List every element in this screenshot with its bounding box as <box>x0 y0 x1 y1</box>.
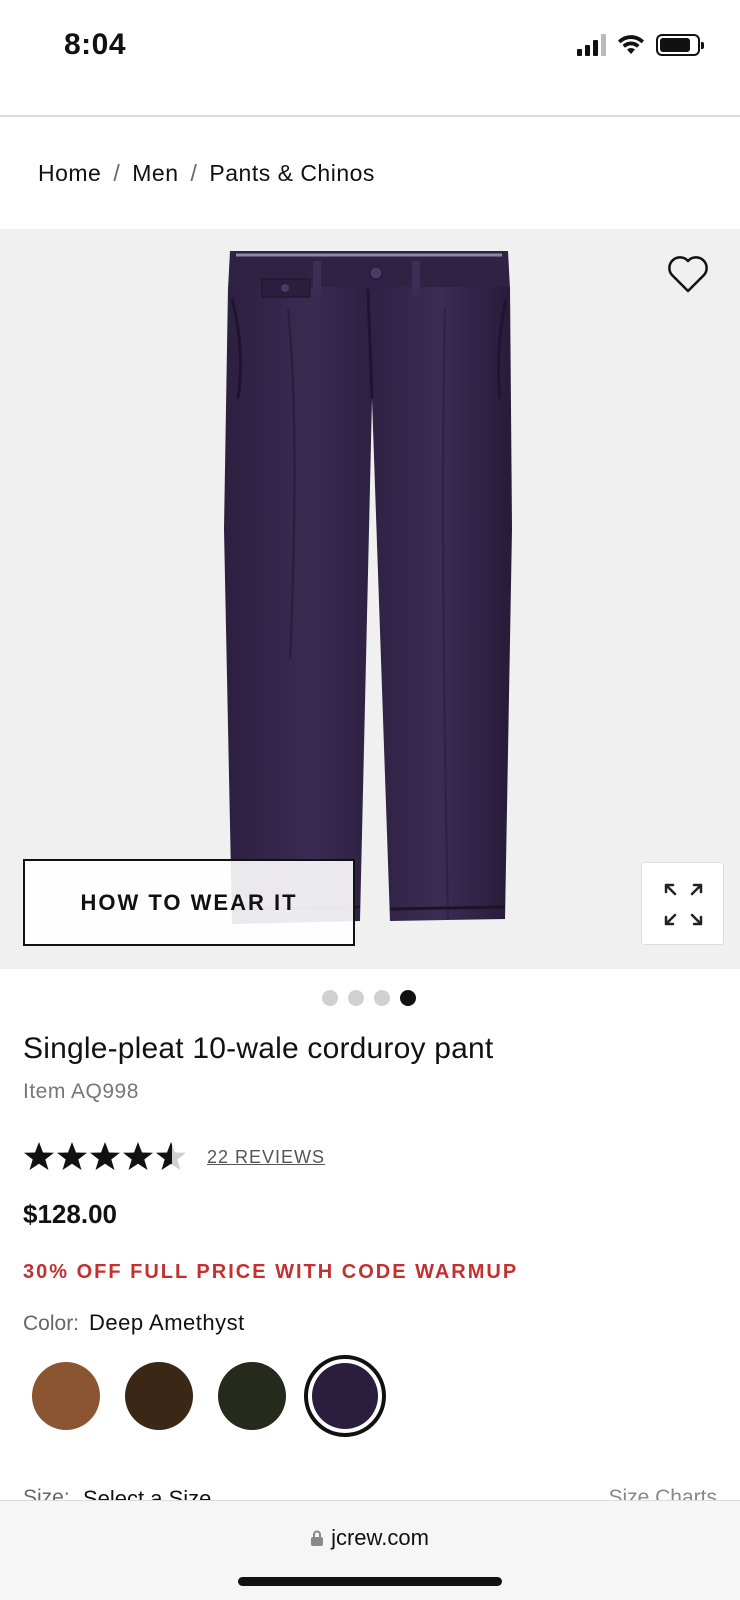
item-number: Item AQ998 <box>23 1080 139 1103</box>
url-bar[interactable]: jcrew.com <box>0 1525 740 1551</box>
promo-text: 30% OFF FULL PRICE WITH CODE WARMUP <box>23 1261 519 1283</box>
swatch-deep-amethyst-selected[interactable] <box>304 1355 386 1437</box>
breadcrumb-men[interactable]: Men <box>132 160 178 187</box>
expand-icon <box>664 883 703 926</box>
carousel-dots <box>322 990 416 1006</box>
color-row: Color: Deep Amethyst <box>23 1310 245 1336</box>
url-text: jcrew.com <box>331 1525 429 1550</box>
swatch-tan-brown[interactable] <box>32 1362 100 1430</box>
breadcrumb-separator: / <box>190 160 198 186</box>
browser-bottom-bar: jcrew.com <box>0 1500 740 1600</box>
breadcrumb-pants-chinos[interactable]: Pants & Chinos <box>209 160 375 187</box>
status-icons <box>577 34 704 56</box>
swatch-dark-brown[interactable] <box>125 1362 193 1430</box>
wifi-icon <box>618 35 644 54</box>
color-value: Deep Amethyst <box>89 1310 245 1335</box>
star-icon <box>57 1142 87 1170</box>
status-time: 8:04 <box>64 28 127 61</box>
color-label: Color: <box>23 1312 80 1335</box>
carousel-dot-active[interactable] <box>400 990 416 1006</box>
status-bar: 8:04 <box>0 0 740 117</box>
breadcrumb: Home / Men / Pants & Chinos <box>38 160 375 187</box>
price: $128.00 <box>23 1199 117 1229</box>
lock-icon <box>311 1530 324 1546</box>
product-image-gallery[interactable]: HOW TO WEAR IT <box>0 229 740 969</box>
star-icon <box>90 1142 120 1170</box>
star-icon <box>123 1142 153 1170</box>
star-rating-icons <box>24 1142 186 1170</box>
expand-image-button[interactable] <box>641 862 724 945</box>
cellular-signal-icon <box>577 34 606 56</box>
home-indicator[interactable] <box>238 1577 502 1586</box>
product-title: Single-pleat 10-wale corduroy pant <box>23 1032 494 1065</box>
reviews-link[interactable]: 22 REVIEWS <box>207 1147 325 1168</box>
swatch-dark-olive[interactable] <box>218 1362 286 1430</box>
battery-icon <box>656 34 704 56</box>
how-to-wear-button[interactable]: HOW TO WEAR IT <box>23 859 355 946</box>
rating: 22 REVIEWS <box>23 1140 325 1174</box>
carousel-dot[interactable] <box>322 990 338 1006</box>
star-icon <box>24 1142 54 1170</box>
breadcrumb-home[interactable]: Home <box>38 160 101 187</box>
breadcrumb-separator: / <box>113 160 121 186</box>
carousel-dot[interactable] <box>348 990 364 1006</box>
carousel-dot[interactable] <box>374 990 390 1006</box>
heart-icon[interactable] <box>664 249 712 297</box>
product-image <box>224 251 512 924</box>
